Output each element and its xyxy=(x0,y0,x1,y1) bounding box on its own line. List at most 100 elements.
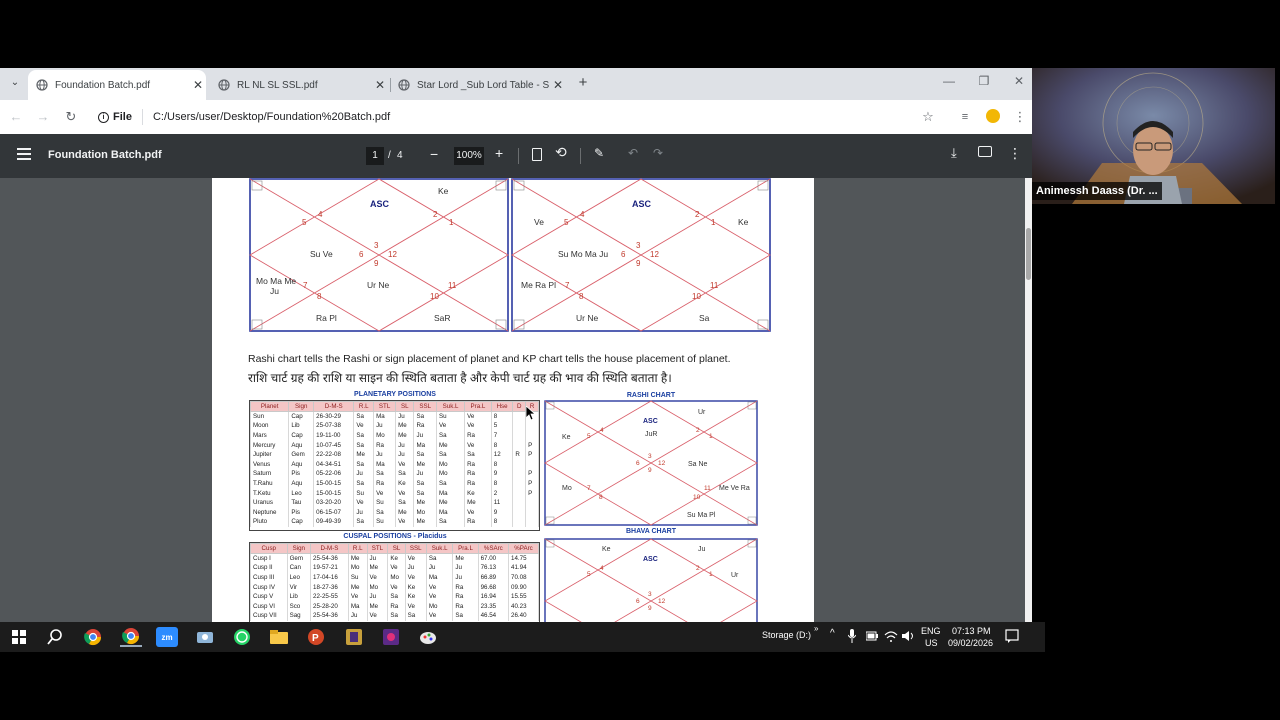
more-icon[interactable]: ⋮ xyxy=(1008,145,1022,162)
table-cell: P xyxy=(525,440,539,450)
table-cell: Cusp III xyxy=(250,572,288,583)
scrollbar[interactable] xyxy=(1025,178,1032,622)
table-cell: Mo xyxy=(425,601,454,612)
house-number: 9 xyxy=(648,467,652,474)
table-cell: Ke xyxy=(395,478,415,489)
house-number: 6 xyxy=(359,250,364,259)
volume-icon[interactable] xyxy=(902,630,914,644)
table-cell: Me xyxy=(395,430,415,441)
close-icon[interactable]: ✕ xyxy=(550,78,566,92)
planet-mo-ma-me: Mo Ma Me xyxy=(256,276,296,286)
annotate-icon[interactable]: ✎ xyxy=(594,146,604,160)
page-number-input[interactable]: 1 xyxy=(366,147,384,165)
zoom-icon[interactable]: zm xyxy=(156,627,178,647)
pdf-viewport[interactable]: ASC 4 2 5 1 3 6 12 9 7 11 8 10 Ke Su Ve … xyxy=(0,178,1032,622)
site-info-chip[interactable]: i File xyxy=(90,109,143,125)
address-bar[interactable]: i File C:/Users/user/Desktop/Foundation%… xyxy=(90,104,945,130)
notification-icon[interactable] xyxy=(1005,629,1019,645)
chrome-icon[interactable] xyxy=(120,627,142,647)
cuspal-column-header: SL xyxy=(387,543,406,554)
table-cell: 15-00-15 xyxy=(313,488,355,498)
url-text: C:/Users/user/Desktop/Foundation%20Batch… xyxy=(152,111,391,123)
tab-search-dropdown-icon[interactable]: ⌄ xyxy=(8,77,22,91)
rotate-icon[interactable]: ⟲ xyxy=(555,144,567,161)
planet-ur-ne: Ur Ne xyxy=(367,280,389,290)
whatsapp-icon[interactable] xyxy=(231,627,253,647)
overflow-icon[interactable]: » xyxy=(814,624,818,633)
table-cell: 25-54-36 xyxy=(310,553,349,564)
windows-icon[interactable] xyxy=(8,627,30,647)
cuspal-table: Cusp Sign D-M-S R.L STL SL SSL Suk.L Pra.L %SArc%… xyxy=(250,543,539,621)
wifi-icon[interactable] xyxy=(884,630,898,644)
search-icon[interactable] xyxy=(44,627,66,647)
cuspal-column-header: %SArc xyxy=(477,543,510,554)
table-cell: Ju xyxy=(366,553,389,564)
chevron-up-icon[interactable]: ^ xyxy=(830,628,835,639)
close-icon[interactable]: ✕ xyxy=(190,78,206,92)
table-cell: Sa xyxy=(413,449,437,460)
plus-zoom-icon[interactable]: + xyxy=(495,145,503,161)
cuspal-column-header: Cusp xyxy=(250,543,288,554)
folder-icon[interactable] xyxy=(268,627,290,647)
tab-star-lord[interactable]: Star Lord _Sub Lord Table - S ✕ xyxy=(390,70,566,100)
table-cell: Cusp II xyxy=(250,563,288,573)
menu-icon[interactable]: ⋮ xyxy=(1012,109,1028,125)
star-icon[interactable]: ☆ xyxy=(920,109,936,125)
table-cell: Sa xyxy=(353,478,375,489)
planet-ra-pl: Ra Pl xyxy=(316,313,337,323)
window-close-icon[interactable]: ✕ xyxy=(1002,74,1032,88)
clock-date[interactable]: 09/02/2026 xyxy=(948,638,993,648)
restore-icon[interactable]: ❐ xyxy=(967,74,1001,88)
screen: ⌄ Foundation Batch.pdf ✕ RL NL SL SSL.pd… xyxy=(0,0,1280,720)
table-cell: 03-20-20 xyxy=(313,497,355,508)
language-us[interactable]: US xyxy=(925,638,938,648)
clock-time[interactable]: 07:13 PM xyxy=(952,626,991,636)
app-icon[interactable] xyxy=(343,627,365,647)
table-cell: Sa xyxy=(395,497,415,508)
planetary-column-header: Sign xyxy=(288,401,315,412)
fit-icon[interactable] xyxy=(532,148,542,161)
undo-icon[interactable]: ↶ xyxy=(628,146,638,160)
planetary-table-wrap: Planet Sign D-M-S R.L STL SL SSL Suk.L Pra.L Hse D… xyxy=(249,400,540,531)
minus-icon[interactable]: − xyxy=(430,146,438,162)
language-eng[interactable]: ENG xyxy=(921,626,941,636)
download-icon[interactable]: ⤓ xyxy=(951,145,957,161)
snipping-tool-icon[interactable] xyxy=(194,627,216,647)
table-cell: 8 xyxy=(490,517,514,527)
reload-icon[interactable]: ↻ xyxy=(63,109,79,125)
table-cell: Ma xyxy=(425,572,454,583)
battery-icon[interactable] xyxy=(865,631,878,643)
minimize-icon[interactable]: — xyxy=(932,74,966,88)
tab-foundation-batch[interactable]: Foundation Batch.pdf ✕ xyxy=(28,70,206,100)
table-cell: Su xyxy=(353,488,375,498)
table-cell: Me xyxy=(353,449,375,460)
table-cell: Mo xyxy=(373,430,397,441)
back-icon[interactable]: ← xyxy=(8,109,24,125)
hamburger-icon[interactable] xyxy=(17,148,31,160)
planetary-column-header: Suk.L xyxy=(435,401,466,412)
powerpoint-icon[interactable]: P xyxy=(305,627,327,647)
tab-rl-nl-sl-ssl[interactable]: RL NL SL SSL.pdf ✕ xyxy=(210,70,388,100)
house-number: 9 xyxy=(374,259,379,268)
table-cell: 40.23 xyxy=(508,601,539,612)
app-icon[interactable] xyxy=(380,627,402,647)
media-icon[interactable]: ≡ xyxy=(957,109,973,125)
table-cell: Ve xyxy=(425,582,454,592)
table-cell: 70.08 xyxy=(508,572,539,583)
table-cell: Sa xyxy=(435,449,466,460)
forward-icon[interactable]: → xyxy=(35,109,51,125)
storage-label[interactable]: Storage (D:) xyxy=(762,630,811,640)
microphone-icon[interactable] xyxy=(847,629,857,645)
close-icon[interactable]: ✕ xyxy=(372,78,388,92)
new-tab-plus-icon[interactable]: + xyxy=(575,75,591,91)
asc-label: ASC xyxy=(643,556,658,563)
chrome-icon[interactable] xyxy=(82,627,104,647)
tab-label: RL NL SL SSL.pdf xyxy=(237,79,318,91)
scrollbar-thumb[interactable] xyxy=(1026,228,1031,280)
zoom-input[interactable]: 100% xyxy=(454,147,484,165)
divider xyxy=(518,148,519,164)
paint-icon[interactable] xyxy=(417,627,439,647)
redo-icon[interactable]: ↷ xyxy=(653,146,663,160)
profile-icon[interactable] xyxy=(986,109,1000,123)
print-icon[interactable] xyxy=(978,146,992,157)
